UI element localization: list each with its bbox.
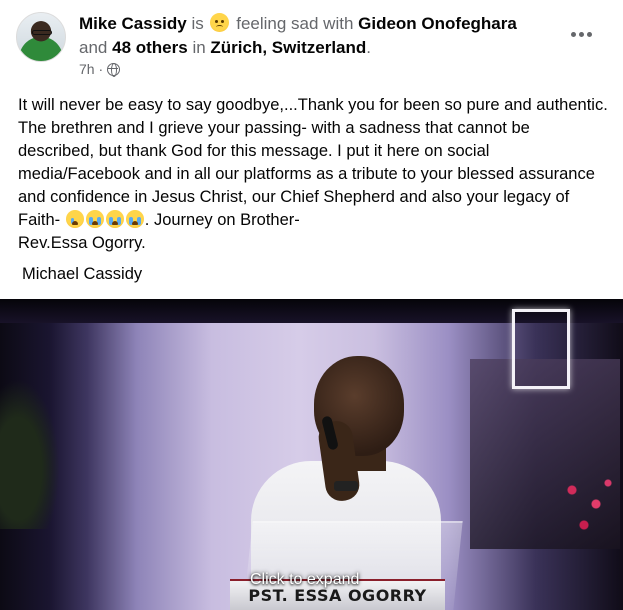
post-text: It will never be easy to say goodbye,...…	[18, 94, 610, 232]
avatar[interactable]	[16, 12, 66, 62]
in-text: in	[192, 38, 206, 57]
author-name[interactable]: Mike Cassidy	[79, 14, 187, 33]
avatar-glasses	[32, 30, 52, 35]
video-thumbnail[interactable]: PST. ESSA OGORRY Click to expand	[0, 299, 623, 610]
post-header-text: Mike Cassidy is feeling sad with Gideon …	[79, 12, 549, 60]
globe-icon[interactable]	[107, 62, 121, 77]
feeling-text: feeling sad with	[236, 14, 354, 33]
timestamp[interactable]: 7h ·	[79, 61, 103, 77]
video-leaves	[0, 379, 60, 529]
post-text-line2: Rev.Essa Ogorry.	[18, 234, 146, 252]
loudly-crying-face-emoji-icon	[105, 210, 124, 228]
post-header: Mike Cassidy is feeling sad with Gideon …	[0, 0, 623, 84]
location-link[interactable]: Zürich, Switzerland	[210, 38, 366, 57]
dot	[578, 31, 584, 37]
and-text: and	[79, 38, 108, 57]
loudly-crying-face-emoji-icon	[85, 210, 104, 228]
sad-face-emoji-icon	[210, 13, 230, 32]
loudly-crying-face-emoji-icon	[125, 210, 144, 228]
post-text-part2: . Journey on Brother-	[144, 211, 300, 229]
crying-face-emoji-icon	[65, 210, 84, 228]
dot	[586, 31, 592, 37]
wristwatch	[334, 481, 358, 491]
video-flowers	[560, 469, 620, 539]
tagged-user[interactable]: Gideon Onofeghara	[358, 14, 517, 33]
post-meta: 7h ·	[79, 61, 121, 77]
click-to-expand-label[interactable]: Click to expand	[250, 571, 359, 589]
video-picture-frame	[512, 309, 570, 389]
others-link[interactable]: 48 others	[112, 38, 188, 57]
post-signature: Michael Cassidy	[22, 265, 143, 283]
post-body: It will never be easy to say goodbye,...…	[18, 94, 610, 255]
post-text-part1: It will never be easy to say goodbye,...…	[18, 96, 608, 229]
header-period: .	[366, 38, 371, 57]
is-text: is	[191, 14, 204, 33]
dot	[570, 31, 576, 37]
more-options-icon[interactable]	[566, 22, 596, 46]
